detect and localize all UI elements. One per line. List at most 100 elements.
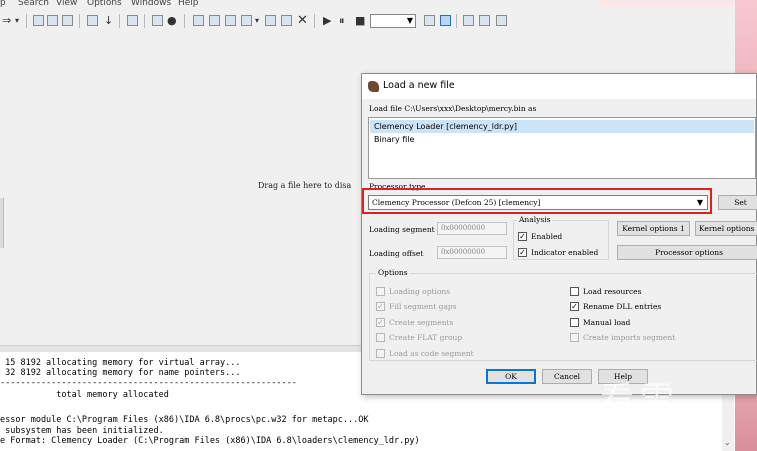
flag-tool-icon[interactable] (479, 15, 490, 26)
dropdown-arrow-icon[interactable]: ▾ (15, 14, 19, 27)
dialog-title: Load a new file (383, 80, 455, 91)
menu-item-search[interactable]: Search (18, 0, 49, 8)
load-resources-checkbox[interactable] (570, 287, 579, 296)
graph-tool-icon[interactable] (225, 15, 236, 26)
desktop-background-art (600, 0, 735, 7)
enabled-checkbox[interactable]: ✓ (518, 232, 527, 241)
toolbar-separator (79, 14, 80, 28)
create-segments-checkbox[interactable]: ✓ (376, 318, 385, 327)
dropdown-arrow-icon[interactable]: ▾ (255, 14, 259, 27)
list-item[interactable]: Binary file (370, 133, 754, 146)
kernel-options-2-button[interactable]: Kernel options (695, 221, 757, 236)
output-line: ----------------------------------------… (0, 378, 297, 388)
active-tool-icon[interactable] (440, 15, 451, 26)
dialog-title-bar[interactable]: Load a new file (362, 74, 756, 99)
toolbar-separator (314, 14, 315, 28)
menu-item-options[interactable]: Options (87, 0, 122, 8)
stop-icon[interactable]: ■ (355, 14, 365, 27)
output-line: essor module C:\Program Files (x86)\IDA … (0, 415, 369, 425)
fill-segment-gaps-label: Fill segment gaps (389, 302, 457, 311)
collapsed-side-panel[interactable] (0, 198, 4, 248)
enabled-label: Enabled (531, 232, 563, 241)
segment-tool-icon[interactable] (127, 15, 138, 26)
drag-drop-hint: Drag a file here to disa (258, 181, 352, 190)
image-icon[interactable] (152, 15, 163, 26)
output-line: total memory allocated (0, 390, 169, 400)
load-as-code-segment-label: Load as code segment (389, 349, 474, 358)
toolbar-separator (456, 14, 457, 28)
annotation-highlight-box (362, 188, 712, 214)
menu-item-debugger[interactable]: p (0, 0, 6, 8)
output-line: e Format: Clemency Loader (C:\Program Fi… (0, 436, 420, 446)
set-button[interactable]: Set (718, 195, 757, 210)
ok-button[interactable]: OK (486, 369, 536, 384)
graph-tool-icon[interactable] (281, 15, 292, 26)
list-item[interactable]: Clemency Loader [clemency_ldr.py] (370, 120, 754, 133)
fill-segment-gaps-checkbox[interactable]: ✓ (376, 302, 385, 311)
options-group: Options Loading options ✓ Fill segment g… (369, 268, 757, 361)
list-tool-icon[interactable] (463, 15, 474, 26)
checkmark-icon: ✓ (377, 318, 384, 327)
segment-tool-icon[interactable] (87, 15, 98, 26)
analysis-group: Analysis ✓ Enabled ✓ Indicator enabled (513, 215, 609, 260)
loading-segment-label: Loading segment (369, 225, 435, 234)
segment-tool-icon[interactable] (33, 15, 44, 26)
loading-options-label: Loading options (389, 287, 451, 296)
toolbar-separator (144, 14, 145, 28)
segment-tool-icon[interactable] (62, 15, 73, 26)
cancel-button[interactable]: Cancel (542, 369, 592, 384)
chevron-down-icon[interactable]: ⌄ (724, 438, 731, 447)
menu-item-windows[interactable]: Windows (131, 0, 171, 8)
load-resources-label: Load resources (583, 287, 642, 296)
menu-item-help[interactable]: Help (178, 0, 199, 8)
loading-offset-field[interactable]: 0x00000000 (437, 246, 507, 259)
download-arrow-icon[interactable]: ↓ (104, 14, 113, 27)
checkmark-icon: ✓ (519, 248, 526, 257)
processor-options-button[interactable]: Processor options (617, 245, 757, 260)
checkmark-icon: ✓ (519, 232, 526, 241)
segment-tool-icon[interactable] (47, 15, 58, 26)
checkmark-icon: ✓ (377, 302, 384, 311)
analysis-legend: Analysis (517, 215, 553, 224)
graph-tool-icon[interactable] (209, 15, 220, 26)
create-imports-segment-label: Create imports segment (583, 333, 676, 342)
load-file-dialog: Load a new file Load file C:\Users\xxx\D… (361, 73, 757, 395)
output-line: 32 8192 allocating memory for name point… (0, 368, 241, 378)
rename-dll-entries-label: Rename DLL entries (583, 302, 662, 311)
menu-item-view[interactable]: View (56, 0, 77, 8)
close-x-icon[interactable]: ✕ (297, 14, 308, 27)
create-imports-segment-checkbox[interactable] (570, 333, 579, 342)
load-file-label: Load file C:\Users\xxx\Desktop\mercy.bin… (369, 104, 537, 113)
forward-arrow-icon[interactable]: ⇒ (2, 14, 11, 27)
create-flat-group-label: Create FLAT group (389, 333, 463, 342)
loading-options-checkbox[interactable] (376, 287, 385, 296)
toolbar-separator (26, 14, 27, 28)
toolbar-separator (119, 14, 120, 28)
graph-tool-icon[interactable] (265, 15, 276, 26)
debugger-select[interactable]: ▼ (370, 14, 416, 28)
ida-icon (368, 81, 379, 92)
settings-tool-icon[interactable] (424, 15, 435, 26)
flag-tool-icon[interactable] (496, 15, 507, 26)
loading-offset-label: Loading offset (369, 249, 424, 258)
checkmark-icon: ✓ (571, 302, 578, 311)
toolbar-separator (184, 14, 185, 28)
indicator-enabled-checkbox[interactable]: ✓ (518, 248, 527, 257)
manual-load-label: Manual load (583, 318, 631, 327)
manual-load-checkbox[interactable] (570, 318, 579, 327)
graph-tool-icon[interactable] (193, 15, 204, 26)
rename-dll-entries-checkbox[interactable]: ✓ (570, 302, 579, 311)
create-segments-label: Create segments (389, 318, 454, 327)
load-as-code-segment-checkbox[interactable] (376, 349, 385, 358)
kernel-options-1-button[interactable]: Kernel options 1 (617, 221, 690, 236)
create-flat-group-checkbox[interactable] (376, 333, 385, 342)
watermark: 看雪 (600, 380, 680, 420)
loading-segment-field[interactable]: 0x00000000 (437, 222, 507, 235)
loader-list[interactable]: Clemency Loader [clemency_ldr.py] Binary… (368, 117, 756, 179)
play-icon[interactable]: ▶ (323, 14, 331, 27)
pause-icon[interactable]: ⏸ (339, 14, 345, 27)
record-icon[interactable]: ● (167, 14, 177, 27)
toolbar: ⇒ ▾ ↓ ● ▾ ✕ ▶ ⏸ ■ ▼ (0, 11, 757, 33)
chevron-down-icon: ▼ (406, 16, 413, 25)
graph-tool-icon[interactable] (241, 15, 252, 26)
